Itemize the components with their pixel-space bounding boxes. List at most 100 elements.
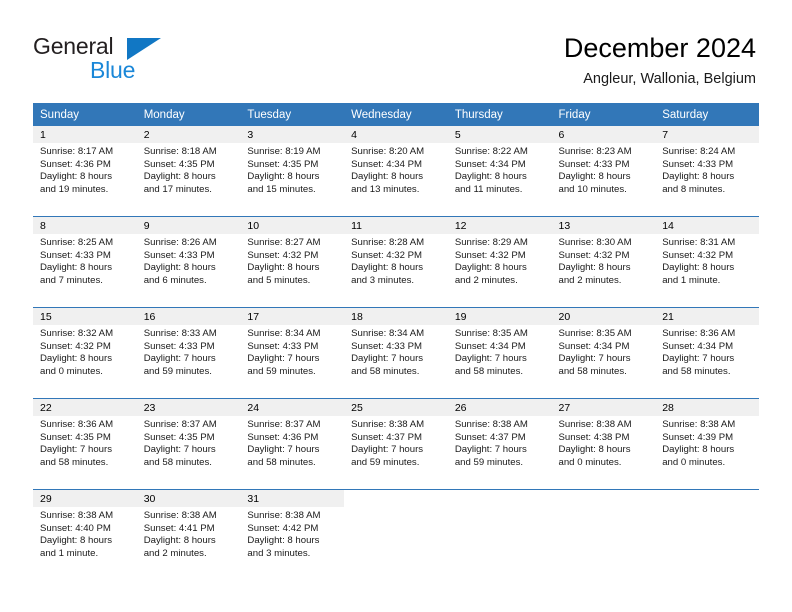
sunset-text: Sunset: 4:33 PM xyxy=(558,158,630,170)
sunrise-text: Sunrise: 8:29 AM xyxy=(454,237,528,248)
daylight-text-line1: Daylight: 8 hours xyxy=(351,171,424,183)
sunset-text: Sunset: 4:32 PM xyxy=(247,249,319,261)
day-number: 24 xyxy=(240,399,345,416)
calendar-header-row: Sunday Monday Tuesday Wednesday Thursday… xyxy=(33,103,759,126)
calendar-day-cell[interactable]: 1 Sunrise: 8:17 AM Sunset: 4:36 PM Daylight… xyxy=(33,126,137,217)
weekday-header-wednesday: Wednesday xyxy=(344,103,448,126)
day-details: Sunrise: 8:33 AM Sunset: 4:33 PM Daylight:… xyxy=(137,325,241,378)
day-number: 20 xyxy=(551,308,656,325)
day-number: 30 xyxy=(136,490,241,507)
calendar-day-cell[interactable]: 19 Sunrise: 8:35 AM Sunset: 4:34 PM Dayligh… xyxy=(447,307,552,399)
calendar-day-cell[interactable]: 17 Sunrise: 8:34 AM Sunset: 4:33 PM Dayligh… xyxy=(240,307,345,399)
sunset-text: Sunset: 4:32 PM xyxy=(454,249,526,261)
day-number: 19 xyxy=(447,308,552,325)
calendar-day-cell[interactable]: 6 Sunrise: 8:23 AM Sunset: 4:33 PM Daylight… xyxy=(551,126,656,217)
calendar-day-cell[interactable]: 8 Sunrise: 8:25 AM Sunset: 4:33 PM Daylight… xyxy=(33,216,137,308)
calendar-day-cell[interactable]: 11 Sunrise: 8:28 AM Sunset: 4:32 PM Dayligh… xyxy=(344,216,448,308)
calendar-day-cell[interactable]: 20 Sunrise: 8:35 AM Sunset: 4:34 PM Dayligh… xyxy=(551,307,656,399)
day-details: Sunrise: 8:38 AM Sunset: 4:39 PM Daylight:… xyxy=(655,416,759,469)
calendar-day-cell[interactable]: 10 Sunrise: 8:27 AM Sunset: 4:32 PM Dayligh… xyxy=(240,216,345,308)
day-details: Sunrise: 8:17 AM Sunset: 4:36 PM Daylight:… xyxy=(33,143,137,196)
daylight-text-line2: and 0 minutes. xyxy=(558,456,622,468)
daylight-text-line1: Daylight: 7 hours xyxy=(558,353,631,365)
daylight-text-line1: Daylight: 8 hours xyxy=(454,262,527,274)
calendar-day-cell[interactable]: 9 Sunrise: 8:26 AM Sunset: 4:33 PM Daylight… xyxy=(136,216,241,308)
sunrise-text: Sunrise: 8:38 AM xyxy=(143,510,217,521)
calendar-day-cell[interactable]: 4 Sunrise: 8:20 AM Sunset: 4:34 PM Daylight… xyxy=(344,126,448,217)
day-number: 15 xyxy=(33,308,137,325)
calendar-day-cell[interactable]: 18 Sunrise: 8:34 AM Sunset: 4:33 PM Dayligh… xyxy=(344,307,448,399)
daylight-text-line1: Daylight: 8 hours xyxy=(40,535,112,547)
calendar-week-row: 22 Sunrise: 8:36 AM Sunset: 4:35 PM Dayligh… xyxy=(33,398,759,490)
calendar-day-cell[interactable]: 15 Sunrise: 8:32 AM Sunset: 4:32 PM Dayligh… xyxy=(33,307,137,399)
sunrise-text: Sunrise: 8:38 AM xyxy=(662,419,736,430)
calendar-day-cell[interactable]: 21 Sunrise: 8:36 AM Sunset: 4:34 PM Dayligh… xyxy=(655,307,759,399)
day-number: 28 xyxy=(655,399,759,416)
daylight-text-line2: and 13 minutes. xyxy=(351,183,420,195)
daylight-text-line2: and 10 minutes. xyxy=(558,183,627,195)
day-number xyxy=(551,490,656,507)
day-number: 1 xyxy=(33,126,137,143)
calendar-day-cell[interactable]: 14 Sunrise: 8:31 AM Sunset: 4:32 PM Dayligh… xyxy=(655,216,759,308)
daylight-text-line1: Daylight: 8 hours xyxy=(662,262,735,274)
calendar-day-cell[interactable]: 22 Sunrise: 8:36 AM Sunset: 4:35 PM Dayligh… xyxy=(33,398,137,490)
sunrise-text: Sunrise: 8:38 AM xyxy=(558,419,632,430)
calendar-day-cell[interactable]: 13 Sunrise: 8:30 AM Sunset: 4:32 PM Dayligh… xyxy=(551,216,656,308)
sunrise-text: Sunrise: 8:35 AM xyxy=(558,328,632,339)
calendar-day-cell[interactable]: 26 Sunrise: 8:38 AM Sunset: 4:37 PM Dayligh… xyxy=(447,398,552,490)
sunset-text: Sunset: 4:40 PM xyxy=(40,522,111,534)
day-details: Sunrise: 8:36 AM Sunset: 4:34 PM Daylight:… xyxy=(655,325,759,378)
sunrise-text: Sunrise: 8:17 AM xyxy=(40,146,114,157)
sunset-text: Sunset: 4:35 PM xyxy=(143,431,215,443)
weekday-header-thursday: Thursday xyxy=(447,103,552,126)
sunrise-text: Sunrise: 8:38 AM xyxy=(247,510,321,521)
sunrise-text: Sunrise: 8:25 AM xyxy=(40,237,114,248)
calendar-day-cell[interactable]: 12 Sunrise: 8:29 AM Sunset: 4:32 PM Dayligh… xyxy=(447,216,552,308)
day-number: 3 xyxy=(240,126,345,143)
calendar-day-cell[interactable]: 28 Sunrise: 8:38 AM Sunset: 4:39 PM Dayligh… xyxy=(655,398,759,490)
sunrise-text: Sunrise: 8:31 AM xyxy=(662,237,736,248)
calendar-day-cell[interactable]: 3 Sunrise: 8:19 AM Sunset: 4:35 PM Daylight… xyxy=(240,126,345,217)
sunrise-text: Sunrise: 8:37 AM xyxy=(247,419,321,430)
calendar-table: Sunday Monday Tuesday Wednesday Thursday… xyxy=(33,103,759,580)
calendar-day-cell[interactable]: 5 Sunrise: 8:22 AM Sunset: 4:34 PM Daylight… xyxy=(447,126,552,217)
calendar-day-cell[interactable]: 2 Sunrise: 8:18 AM Sunset: 4:35 PM Daylight… xyxy=(136,126,241,217)
calendar-day-cell[interactable]: 27 Sunrise: 8:38 AM Sunset: 4:38 PM Dayligh… xyxy=(551,398,656,490)
sunset-text: Sunset: 4:34 PM xyxy=(558,340,630,352)
general-blue-logo[interactable]: General Blue xyxy=(33,34,263,86)
daylight-text-line2: and 58 minutes. xyxy=(662,365,731,377)
day-details: Sunrise: 8:34 AM Sunset: 4:33 PM Daylight:… xyxy=(240,325,344,378)
calendar-day-cell[interactable]: 24 Sunrise: 8:37 AM Sunset: 4:36 PM Dayligh… xyxy=(240,398,345,490)
daylight-text-line2: and 17 minutes. xyxy=(143,183,212,195)
sunset-text: Sunset: 4:32 PM xyxy=(558,249,630,261)
daylight-text-line2: and 3 minutes. xyxy=(351,274,415,286)
daylight-text-line1: Daylight: 8 hours xyxy=(558,171,631,183)
calendar-day-cell[interactable]: 31 Sunrise: 8:38 AM Sunset: 4:42 PM Dayligh… xyxy=(240,489,345,580)
calendar-day-cell[interactable]: 30 Sunrise: 8:38 AM Sunset: 4:41 PM Dayligh… xyxy=(136,489,241,580)
day-number: 6 xyxy=(551,126,656,143)
sunset-text: Sunset: 4:33 PM xyxy=(351,340,423,352)
sunrise-text: Sunrise: 8:27 AM xyxy=(247,237,321,248)
day-number: 23 xyxy=(136,399,241,416)
daylight-text-line1: Daylight: 7 hours xyxy=(351,444,424,456)
day-details: Sunrise: 8:36 AM Sunset: 4:35 PM Daylight:… xyxy=(33,416,137,469)
day-details: Sunrise: 8:38 AM Sunset: 4:38 PM Daylight:… xyxy=(552,416,656,469)
daylight-text-line1: Daylight: 8 hours xyxy=(558,444,631,456)
sunset-text: Sunset: 4:32 PM xyxy=(351,249,423,261)
day-number: 14 xyxy=(655,217,759,234)
daylight-text-line1: Daylight: 8 hours xyxy=(143,171,216,183)
day-number: 27 xyxy=(551,399,656,416)
calendar-day-cell[interactable]: 25 Sunrise: 8:38 AM Sunset: 4:37 PM Dayligh… xyxy=(344,398,448,490)
daylight-text-line2: and 3 minutes. xyxy=(247,547,311,559)
calendar-day-cell-empty xyxy=(551,489,656,580)
calendar-day-cell[interactable]: 23 Sunrise: 8:37 AM Sunset: 4:35 PM Dayligh… xyxy=(136,398,241,490)
daylight-text-line2: and 58 minutes. xyxy=(558,365,627,377)
calendar-day-cell[interactable]: 7 Sunrise: 8:24 AM Sunset: 4:33 PM Daylight… xyxy=(655,126,759,217)
day-details: Sunrise: 8:25 AM Sunset: 4:33 PM Daylight:… xyxy=(33,234,137,287)
calendar-day-cell[interactable]: 29 Sunrise: 8:38 AM Sunset: 4:40 PM Dayligh… xyxy=(33,489,137,580)
calendar-day-cell[interactable]: 16 Sunrise: 8:33 AM Sunset: 4:33 PM Dayligh… xyxy=(136,307,241,399)
day-details: Sunrise: 8:26 AM Sunset: 4:33 PM Daylight:… xyxy=(137,234,241,287)
day-number: 26 xyxy=(447,399,552,416)
sunset-text: Sunset: 4:37 PM xyxy=(454,431,526,443)
sunset-text: Sunset: 4:34 PM xyxy=(454,158,526,170)
